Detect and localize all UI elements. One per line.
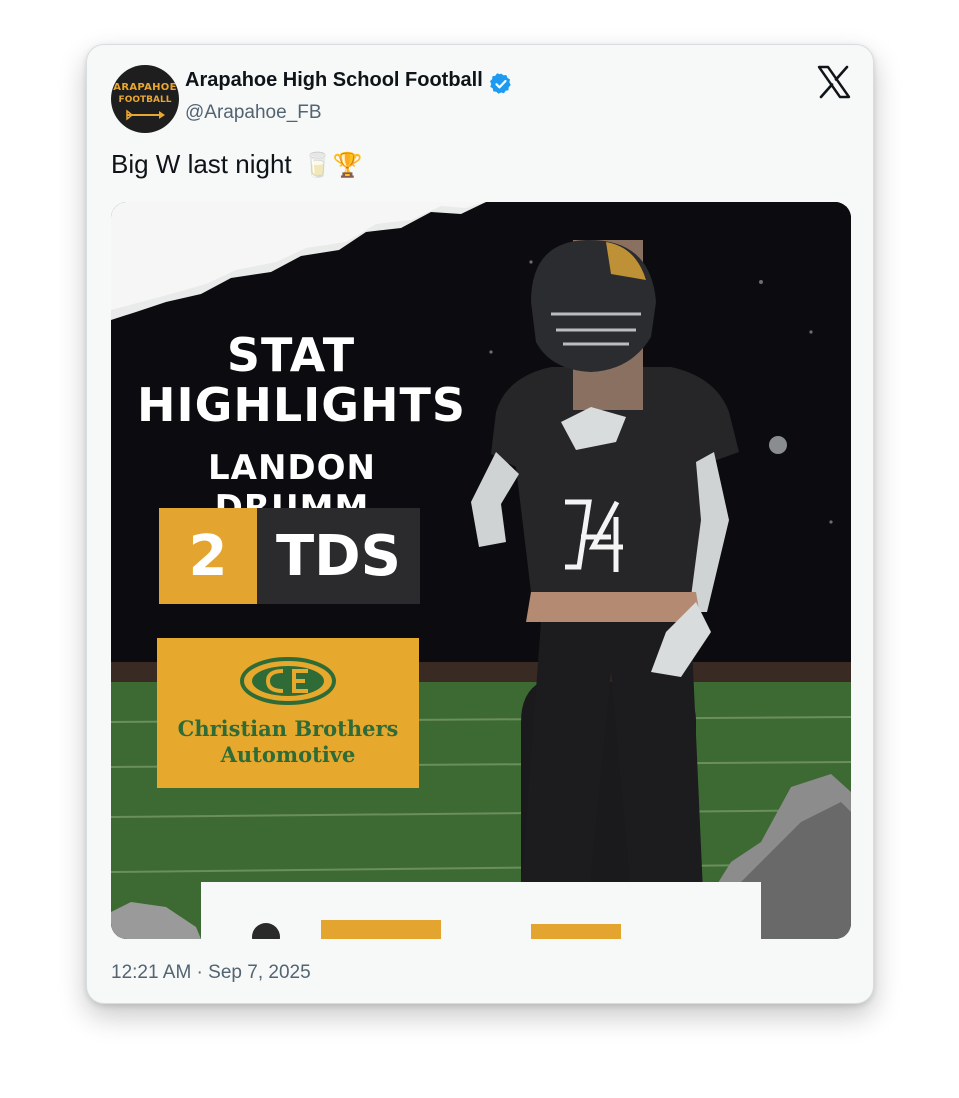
media-image[interactable]: STAT HIGHLIGHTS LANDON DRUMM 2 TDS Chris… bbox=[111, 202, 851, 939]
tweet-text: Big W last night 🥛🏆 bbox=[111, 149, 363, 180]
tweet-emojis: 🥛🏆 bbox=[302, 151, 363, 179]
verified-badge-icon bbox=[490, 73, 511, 94]
post-timestamp[interactable]: 12:21 AM · Sep 7, 2025 bbox=[111, 962, 311, 984]
x-logo-icon[interactable] bbox=[817, 65, 851, 99]
sponsor-logo-icon bbox=[240, 657, 336, 705]
stat-title-line1: STAT bbox=[226, 328, 356, 382]
tweet-text-body: Big W last night bbox=[111, 149, 292, 179]
display-name[interactable]: Arapahoe High School Football bbox=[185, 69, 483, 92]
tweet-card[interactable]: ARAPAHOE FOOTBALL Arapahoe High School F… bbox=[86, 44, 874, 1004]
stat-value-box: 2 bbox=[159, 508, 257, 604]
stat-value: 2 bbox=[188, 524, 228, 589]
avatar-text-line2: FOOTBALL bbox=[118, 95, 172, 105]
user-handle[interactable]: @Arapahoe_FB bbox=[185, 102, 322, 124]
stat-label: TDS bbox=[275, 524, 401, 589]
sponsor-box: Christian Brothers Automotive bbox=[157, 638, 419, 788]
stat-title-line2: HIGHLIGHTS bbox=[137, 378, 467, 432]
avatar[interactable]: ARAPAHOE FOOTBALL bbox=[111, 65, 179, 133]
sponsor-name-line1: Christian Brothers bbox=[177, 716, 399, 741]
stat-label-box: TDS bbox=[257, 508, 420, 604]
arrow-icon bbox=[126, 109, 165, 121]
sponsor-name-line2: Automotive bbox=[220, 742, 356, 767]
avatar-text-line1: ARAPAHOE bbox=[113, 82, 177, 93]
